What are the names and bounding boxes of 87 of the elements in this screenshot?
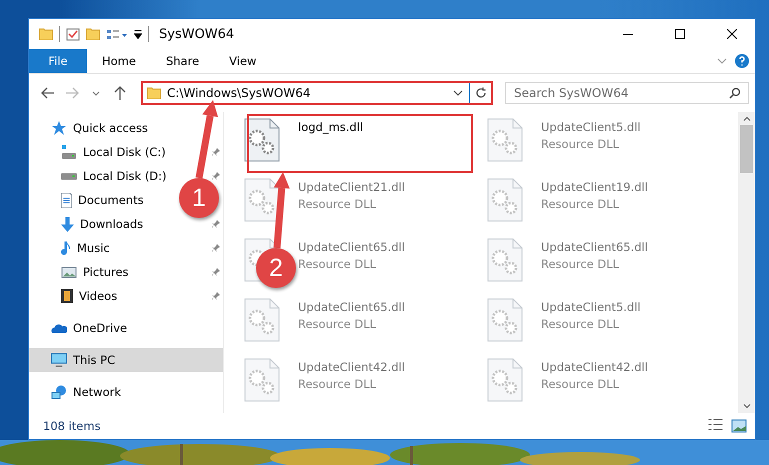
nav-item[interactable]: Downloads xyxy=(29,212,148,236)
details-view-icon[interactable] xyxy=(708,419,723,430)
pin-icon[interactable] xyxy=(211,291,221,301)
scrollbar[interactable] xyxy=(738,112,755,413)
refresh-icon xyxy=(474,87,486,99)
file-type: Resource DLL xyxy=(541,197,620,211)
scroll-up-icon[interactable] xyxy=(742,116,750,121)
file-name[interactable]: UpdateClient19.dll xyxy=(541,180,648,194)
nav-item[interactable]: OneDrive xyxy=(29,316,132,340)
search-icon[interactable] xyxy=(729,87,741,99)
file-icon xyxy=(244,298,280,342)
scrollbar-thumb[interactable] xyxy=(740,125,753,173)
film-icon xyxy=(61,289,73,303)
nav-item[interactable]: Local Disk (C:) xyxy=(29,140,170,164)
file-icon xyxy=(244,178,280,222)
folder-icon xyxy=(39,28,53,40)
picture-icon xyxy=(61,266,77,278)
file-icon xyxy=(487,238,523,282)
up-arrow-icon xyxy=(114,86,126,100)
address-path: C:\Windows\SysWOW64 xyxy=(167,86,312,100)
download-arrow-icon xyxy=(61,216,74,232)
item-count: 108 items xyxy=(43,419,101,433)
file-name[interactable]: UpdateClient5.dll xyxy=(541,120,641,134)
folder-icon xyxy=(86,28,100,40)
forward-arrow-icon xyxy=(65,87,79,99)
drive-icon xyxy=(61,172,77,180)
file-menu-tab[interactable]: File xyxy=(29,49,87,73)
file-type: Resource DLL xyxy=(298,257,378,271)
nav-item[interactable]: Pictures xyxy=(29,260,133,284)
nav-item[interactable]: Quick access xyxy=(29,116,152,140)
music-note-icon xyxy=(61,240,71,256)
network-icon xyxy=(51,385,67,399)
address-bar[interactable]: C:\Windows\SysWOW64 xyxy=(141,81,493,105)
file-name[interactable]: UpdateClient65.dll xyxy=(541,240,648,254)
pin-icon[interactable] xyxy=(211,171,221,181)
file-icon xyxy=(487,118,523,162)
nav-item[interactable]: Local Disk (D:) xyxy=(29,164,171,188)
pin-icon[interactable] xyxy=(211,147,221,157)
cloud-icon xyxy=(51,323,67,333)
file-name[interactable]: UpdateClient65.dll xyxy=(298,300,405,314)
file-type: Resource DLL xyxy=(541,317,620,331)
dropdown-icon[interactable] xyxy=(134,30,142,38)
nav-item[interactable]: This PC xyxy=(29,348,223,372)
computer-icon xyxy=(51,353,67,367)
folder-icon xyxy=(147,87,161,99)
chevron-down-icon xyxy=(92,90,100,96)
file-name[interactable]: UpdateClient21.dll xyxy=(298,180,405,194)
pin-icon[interactable] xyxy=(211,243,221,253)
file-type: Resource DLL xyxy=(541,377,620,391)
maximize-icon xyxy=(675,29,685,39)
help-icon[interactable] xyxy=(735,54,749,68)
file-icon xyxy=(244,358,280,402)
file-type: Resource DLL xyxy=(541,137,620,151)
file-name[interactable]: logd_ms.dll xyxy=(298,120,364,134)
file-name[interactable]: UpdateClient5.dll xyxy=(541,300,641,314)
file-icon xyxy=(487,298,523,342)
pin-icon[interactable] xyxy=(211,267,221,277)
file-type: Resource DLL xyxy=(541,257,620,271)
file-type: Resource DLL xyxy=(298,317,378,331)
pin-icon[interactable] xyxy=(211,219,221,229)
close-icon xyxy=(727,29,737,39)
window-title: SysWOW64 xyxy=(159,26,234,42)
file-icon xyxy=(487,178,523,222)
scroll-down-icon[interactable] xyxy=(742,404,750,409)
file-name[interactable]: UpdateClient42.dll xyxy=(298,360,405,374)
back-arrow-icon xyxy=(41,87,55,99)
large-icons-view-icon[interactable] xyxy=(731,419,747,433)
file-name[interactable]: UpdateClient42.dll xyxy=(541,360,648,374)
nav-item[interactable]: Music xyxy=(29,236,114,260)
document-icon xyxy=(61,192,72,208)
star-icon xyxy=(51,120,67,136)
file-icon xyxy=(244,118,280,162)
nav-item[interactable]: Network xyxy=(29,380,126,404)
file-icon xyxy=(487,358,523,402)
search-field[interactable]: Search SysWOW64 xyxy=(505,82,749,104)
file-name[interactable]: UpdateClient65.dll xyxy=(298,240,405,254)
properties-icon[interactable] xyxy=(66,27,80,41)
chevron-down-icon[interactable] xyxy=(453,90,463,96)
file-type: Resource DLL xyxy=(298,377,378,391)
nav-item[interactable]: Videos xyxy=(29,284,122,308)
nav-item[interactable]: Documents xyxy=(29,188,148,212)
ribbon-tab[interactable]: Share xyxy=(150,49,214,73)
drive-icon xyxy=(61,144,77,160)
file-type: Resource DLL xyxy=(298,197,378,211)
ribbon-tab[interactable]: View xyxy=(214,49,272,73)
view-options-icon[interactable] xyxy=(106,29,128,39)
ribbon-tab[interactable]: Home xyxy=(87,49,151,73)
